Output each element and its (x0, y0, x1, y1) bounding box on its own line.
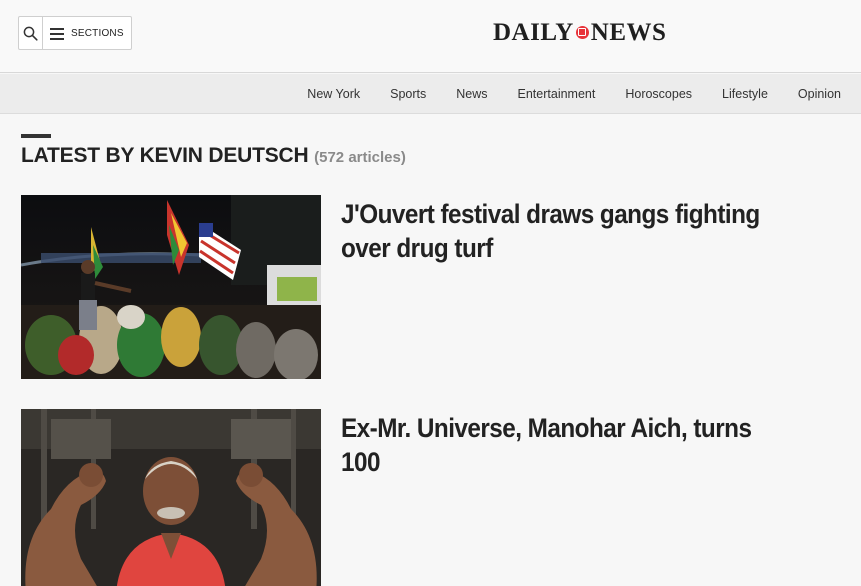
article-headline[interactable]: Ex-Mr. Universe, Manohar Aich, turns 100 (341, 411, 791, 586)
article-headline[interactable]: J'Ouvert festival draws gangs fighting o… (341, 197, 791, 379)
site-header: SECTIONS DAILY NEWS (0, 0, 861, 73)
daily-news-logo[interactable]: DAILY NEWS (493, 19, 667, 46)
logo-mark-icon (575, 25, 589, 39)
nav-item-lifestyle[interactable]: Lifestyle (707, 87, 783, 101)
nav-item-entertainment[interactable]: Entertainment (503, 87, 611, 101)
search-button[interactable] (19, 17, 43, 49)
nav-item-horoscopes[interactable]: Horoscopes (610, 87, 707, 101)
nav-list: New York Sports News Entertainment Horos… (292, 74, 841, 114)
hamburger-icon (50, 27, 64, 40)
nav-item-news[interactable]: News (441, 87, 502, 101)
author-heading-text: LATEST BY KEVIN DEUTSCH (21, 144, 309, 167)
sections-label: SECTIONS (71, 27, 124, 39)
logo-text-left: DAILY (493, 19, 574, 46)
sections-button[interactable]: SECTIONS (43, 17, 131, 49)
section-rule (21, 134, 51, 138)
nav-item-sports[interactable]: Sports (375, 87, 441, 101)
jouvert-festival-photo (21, 195, 321, 379)
menu-controls: SECTIONS (18, 16, 132, 50)
article-item[interactable]: J'Ouvert festival draws gangs fighting o… (21, 195, 841, 379)
search-icon (23, 26, 38, 41)
nav-item-new-york[interactable]: New York (292, 87, 375, 101)
article-item[interactable]: Ex-Mr. Universe, Manohar Aich, turns 100 (21, 409, 841, 586)
main-nav: New York Sports News Entertainment Horos… (0, 74, 861, 114)
article-count: (572 articles) (314, 149, 406, 166)
article-thumbnail[interactable] (21, 409, 321, 586)
author-heading: LATEST BY KEVIN DEUTSCH (572 articles) (21, 144, 406, 168)
manohar-aich-photo (21, 409, 321, 586)
logo-text-right: NEWS (590, 19, 667, 46)
article-thumbnail[interactable] (21, 195, 321, 379)
nav-item-opinion[interactable]: Opinion (783, 87, 841, 101)
